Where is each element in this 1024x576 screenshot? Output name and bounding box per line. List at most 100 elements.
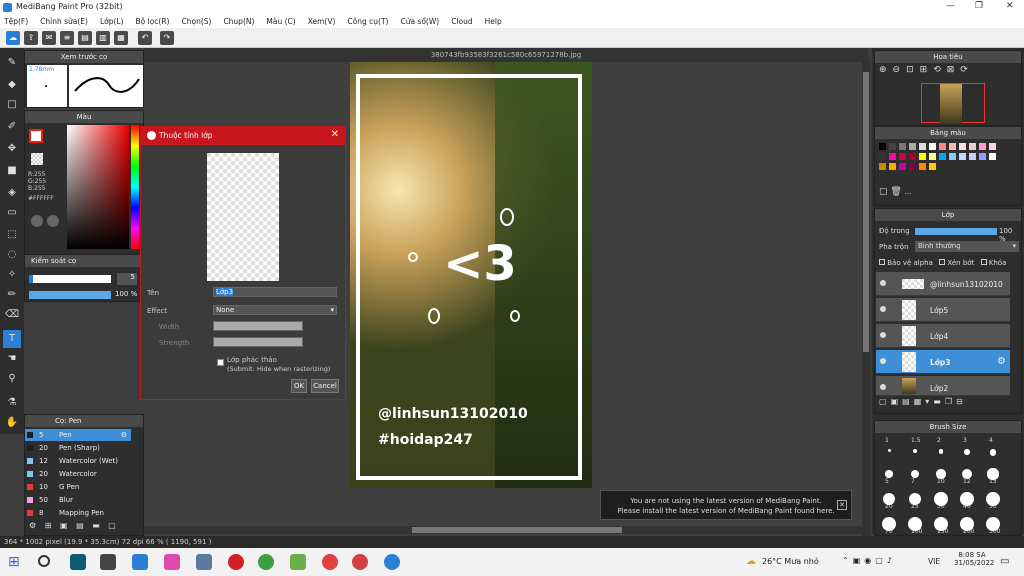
- zoom-in-icon[interactable]: ⊕: [879, 65, 893, 75]
- palette-swatch[interactable]: [909, 143, 916, 150]
- color-picker-icon[interactable]: [47, 215, 59, 227]
- lasso-tool-icon[interactable]: ◌: [3, 246, 21, 264]
- palette-swatch[interactable]: [899, 143, 906, 150]
- brush-size-dot[interactable]: [887, 449, 891, 452]
- eyedropper-icon[interactable]: ⚲: [3, 370, 21, 388]
- actual-size-icon[interactable]: ⊞: [920, 65, 934, 75]
- palette-swatch[interactable]: [889, 143, 896, 150]
- layer-folder-icon[interactable]: ▬: [933, 397, 945, 406]
- brush-size-dot[interactable]: [934, 492, 948, 506]
- menu-color[interactable]: Màu (C): [266, 17, 295, 26]
- layer-row[interactable]: Lớp2: [876, 376, 1010, 396]
- brush-size-dot[interactable]: [882, 517, 896, 531]
- protect-alpha-checkbox[interactable]: [879, 259, 885, 265]
- brush-size-dot[interactable]: [986, 492, 1000, 506]
- brush-size-dot[interactable]: [883, 493, 895, 505]
- palette-swatch[interactable]: [879, 163, 886, 170]
- camera-app-icon[interactable]: [196, 554, 212, 570]
- duplicate-layer-icon[interactable]: ❐: [945, 397, 956, 406]
- effect-select[interactable]: None ▾: [213, 305, 337, 315]
- hand-icon[interactable]: ✋: [3, 414, 21, 432]
- menu-edit[interactable]: Chỉnh sửa(E): [40, 17, 88, 26]
- palette-swatch[interactable]: [959, 153, 966, 160]
- brush-size-dot[interactable]: [960, 492, 974, 506]
- palette-swatch[interactable]: [929, 143, 936, 150]
- blend-mode-select[interactable]: Bình thường ▾: [915, 241, 1019, 252]
- canvas-image[interactable]: <3 @linhsun13102010 #hoidap247: [350, 62, 592, 488]
- move-tool-icon[interactable]: ✥: [3, 140, 21, 158]
- palette-swatch[interactable]: [969, 153, 976, 160]
- brush-size-dot[interactable]: [908, 517, 922, 531]
- bucket-tool-icon[interactable]: ◈: [3, 184, 21, 202]
- select-pen-icon[interactable]: ✏: [3, 286, 21, 304]
- brush-item[interactable]: 50 Blur: [25, 494, 131, 506]
- layer-row[interactable]: @linhsun13102010: [876, 272, 1010, 296]
- palette-swatch[interactable]: [979, 153, 986, 160]
- brush-item[interactable]: 12 Watercolor (Wet): [25, 455, 131, 467]
- palette-swatch[interactable]: [949, 143, 956, 150]
- clock[interactable]: 8:08 SA 31/05/2022: [954, 551, 994, 567]
- flip-icon[interactable]: ⊠: [947, 65, 961, 75]
- rotate-left-icon[interactable]: ⟲: [933, 65, 947, 75]
- brush-item[interactable]: 5 Pen ⚙: [25, 429, 131, 441]
- tray-icons[interactable]: ⌃▣◉▢♪: [842, 556, 896, 565]
- chrome-icon[interactable]: [258, 554, 274, 570]
- palette-swatch[interactable]: [879, 143, 886, 150]
- import-brush-icon[interactable]: ⊞: [45, 521, 52, 530]
- draft-checkbox[interactable]: [217, 359, 224, 366]
- palette-swatch[interactable]: [889, 153, 896, 160]
- search-icon[interactable]: [38, 555, 50, 567]
- horizontal-scrollbar[interactable]: [144, 526, 862, 534]
- redo-icon[interactable]: ↷: [160, 31, 174, 45]
- brush-size-dot[interactable]: [936, 469, 946, 479]
- delete-brush-icon[interactable]: ▢: [108, 521, 116, 530]
- color-wheel-icon[interactable]: [31, 215, 43, 227]
- notification-icon[interactable]: ▭: [1000, 556, 1009, 567]
- palette-swatch[interactable]: [959, 143, 966, 150]
- dialog-close-icon[interactable]: ✕: [331, 129, 339, 140]
- record-app-icon[interactable]: [228, 554, 244, 570]
- new-layer-icon[interactable]: ▢: [879, 397, 891, 406]
- taskbar-app-icon[interactable]: [164, 554, 180, 570]
- brush-opacity-slider[interactable]: [29, 291, 111, 299]
- pencil-tool-icon[interactable]: ✐: [3, 118, 21, 136]
- layer-row[interactable]: Lớp5: [876, 298, 1010, 322]
- brush-item[interactable]: 10 G Pen: [25, 481, 131, 493]
- palette-swatch[interactable]: [909, 153, 916, 160]
- brush-item[interactable]: 8 Mapping Pen: [25, 507, 131, 519]
- color-square[interactable]: [67, 125, 129, 249]
- brush-size-dot[interactable]: [908, 492, 922, 506]
- menu-select[interactable]: Chọn(S): [181, 17, 211, 26]
- palette-swatch[interactable]: [919, 153, 926, 160]
- zoom-out-icon[interactable]: ⊖: [893, 65, 907, 75]
- brush-size-dot[interactable]: [964, 449, 970, 455]
- hue-slider[interactable]: [131, 125, 139, 249]
- brush-size-value[interactable]: 5: [117, 273, 137, 285]
- menu-snap[interactable]: Chup(N): [223, 17, 254, 26]
- delete-layer-icon[interactable]: ⊟: [956, 397, 967, 406]
- add-brush-icon[interactable]: ⚙: [29, 521, 36, 530]
- navigator-viewport[interactable]: [921, 83, 985, 124]
- gradient-tool-icon[interactable]: ▭: [3, 204, 21, 222]
- notice-line-2[interactable]: Please install the latest version of Med…: [601, 506, 851, 516]
- brush-size-slider[interactable]: [29, 275, 111, 283]
- menu-cloud[interactable]: Cloud: [451, 17, 472, 26]
- brush-size-dot[interactable]: [989, 449, 997, 456]
- cloud-icon[interactable]: ☁: [6, 31, 20, 45]
- width-slider[interactable]: [213, 321, 303, 331]
- menu-view[interactable]: Xem(V): [308, 17, 336, 26]
- layer-row-selected[interactable]: Lớp3 ⚙: [876, 350, 1010, 374]
- menu-window[interactable]: Cửa sổ(W): [400, 17, 439, 26]
- brush-size-dot[interactable]: [885, 470, 893, 478]
- close-icon[interactable]: ✕: [1006, 1, 1014, 11]
- palette-swatch[interactable]: [989, 143, 996, 150]
- folder-icon[interactable]: ▬: [92, 521, 100, 530]
- hand-pan-icon[interactable]: ☚: [3, 350, 21, 368]
- text-tool-icon[interactable]: T: [3, 330, 21, 348]
- vertical-scrollbar[interactable]: [862, 62, 870, 536]
- menu-file[interactable]: Tệp(F): [4, 17, 28, 26]
- select-tool-icon[interactable]: ⬚: [3, 226, 21, 244]
- palette-swatch[interactable]: [899, 163, 906, 170]
- fill-rect-tool-icon[interactable]: ■: [3, 162, 21, 180]
- comment-icon[interactable]: ✉: [42, 31, 56, 45]
